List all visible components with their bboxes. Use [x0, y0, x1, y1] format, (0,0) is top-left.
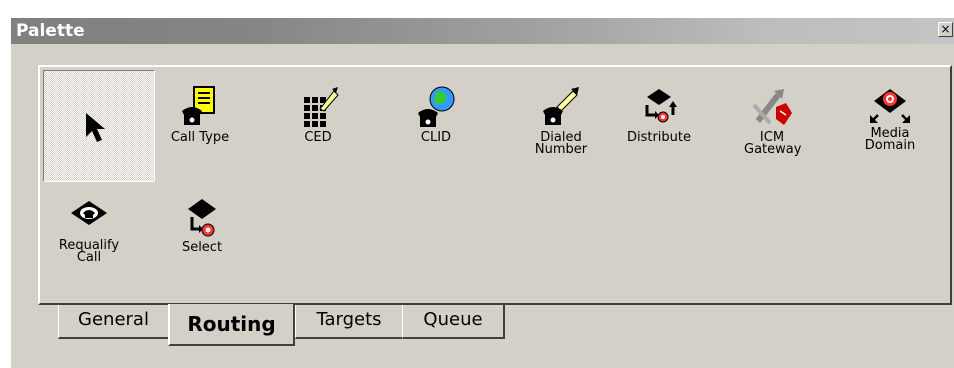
tool-icm-gateway[interactable]: ICM Gateway — [737, 85, 807, 156]
ced-icon — [304, 87, 339, 127]
requalify-call-icon — [71, 201, 107, 225]
tool-clid[interactable]: CLID — [401, 85, 471, 144]
tool-dialed-number[interactable]: Dialed Number — [523, 85, 599, 156]
arrow-pointer-icon — [86, 113, 105, 142]
tool-label: Media Domain — [864, 126, 916, 153]
tool-pointer[interactable] — [43, 70, 155, 182]
tool-media-domain[interactable]: Media Domain — [855, 81, 925, 152]
icm-gateway-icon — [752, 89, 792, 125]
close-button[interactable]: × — [938, 22, 953, 37]
window-title: Palette — [16, 21, 85, 41]
tab-targets[interactable]: Targets — [295, 305, 404, 339]
distribute-icon — [645, 89, 677, 123]
tool-label: CLID — [420, 130, 452, 145]
media-domain-icon — [870, 89, 910, 123]
tool-select[interactable]: Select — [167, 195, 237, 254]
call-type-icon — [182, 86, 215, 125]
clid-icon — [418, 86, 455, 127]
tool-label: Dialed Number — [534, 130, 588, 157]
tab-queue[interactable]: Queue — [402, 305, 505, 339]
tool-ced[interactable]: CED — [283, 85, 353, 144]
tool-distribute[interactable]: Distribute — [619, 85, 699, 144]
dialed-number-icon — [543, 87, 579, 125]
select-icon — [188, 199, 216, 237]
tool-label: Select — [181, 240, 223, 255]
tab-routing[interactable]: Routing — [168, 304, 295, 346]
tool-label: Call Type — [170, 130, 230, 145]
tool-label: ICM Gateway — [744, 130, 802, 157]
tool-label: CED — [304, 130, 332, 145]
tool-panel: Call Type CED CLID Dialed Number Distrib… — [38, 65, 952, 305]
tool-label: Requalify Call — [58, 238, 120, 265]
tool-call-type[interactable]: Call Type — [165, 85, 235, 144]
palette-window: Palette × Call Type CED CLID Dialed Numb… — [10, 18, 954, 368]
tab-general[interactable]: General — [58, 305, 170, 339]
tool-requalify-call[interactable]: Requalify Call — [49, 197, 129, 264]
tool-label: Distribute — [626, 130, 692, 145]
title-bar[interactable]: Palette × — [11, 18, 954, 44]
